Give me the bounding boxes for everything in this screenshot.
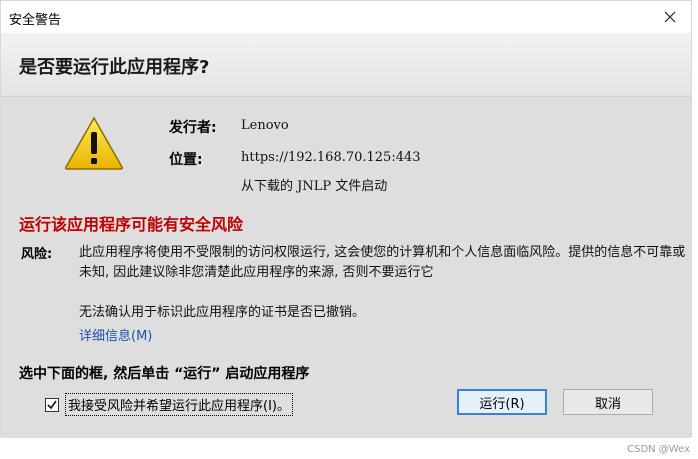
more-details-link[interactable]: 详细信息(M) xyxy=(79,325,152,344)
location-label: 位置: xyxy=(169,152,203,168)
risk-label: 风险: xyxy=(21,247,53,262)
dialog-headline: 是否要运行此应用程序? xyxy=(19,57,210,78)
cancel-button[interactable]: 取消 xyxy=(563,389,653,415)
window-title: 安全警告 xyxy=(9,13,62,28)
accept-risk-checkbox[interactable] xyxy=(45,397,59,412)
close-button[interactable] xyxy=(655,4,685,30)
risk-title: 运行该应用程序可能有安全风险 xyxy=(19,215,244,234)
accept-risk-label[interactable]: 我接受风险并希望运行此应用程序(I)。 xyxy=(65,393,293,416)
launch-source: 从下载的 JNLP 文件启动 xyxy=(241,179,388,194)
publisher-label: 发行者: xyxy=(169,120,217,136)
publisher-value: Lenovo xyxy=(241,118,289,133)
warning-icon xyxy=(64,116,124,170)
watermark: CSDN @Wex xyxy=(627,444,690,455)
location-value: https://192.168.70.125:443 xyxy=(241,150,421,165)
close-icon xyxy=(664,11,676,23)
run-button[interactable]: 运行(R) xyxy=(457,389,547,415)
instruction-text: 选中下面的框, 然后单击 “运行” 启动应用程序 xyxy=(19,366,310,382)
checkmark-icon xyxy=(47,400,57,409)
risk-description: 此应用程序将使用不受限制的访问权限运行, 这会使您的计算机和个人信息面临风险。提… xyxy=(79,245,686,280)
title-bar: 安全警告 xyxy=(1,1,691,33)
certificate-notice: 无法确认用于标识此应用程序的证书是否已撤销。 xyxy=(79,305,366,320)
header-band: 是否要运行此应用程序? xyxy=(1,33,691,97)
dialog-content: 发行者: Lenovo 位置: https://192.168.70.125:4… xyxy=(1,97,691,438)
security-warning-dialog: 安全警告 是否要运行此应用程序? 发行者: Lenovo 位置: https:/… xyxy=(0,0,692,438)
accept-risk-row: 我接受风险并希望运行此应用程序(I)。 xyxy=(45,393,293,416)
